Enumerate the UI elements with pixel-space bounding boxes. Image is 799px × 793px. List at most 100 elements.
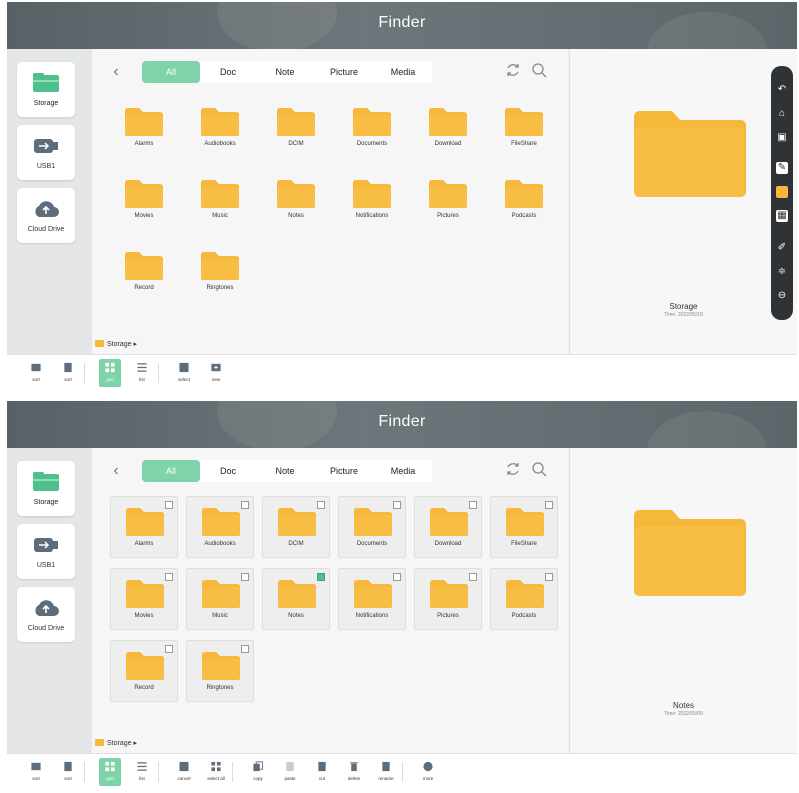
folder-item[interactable]: Music — [186, 169, 254, 231]
home-icon[interactable]: ⌂ — [776, 108, 788, 120]
folder-checkbox[interactable] — [241, 645, 249, 653]
back-button[interactable]: ‹ — [106, 63, 126, 81]
folder-checkbox[interactable] — [165, 573, 173, 581]
copy-button[interactable]: copy — [247, 758, 269, 786]
sidebar-item-storage[interactable]: Storage — [17, 461, 75, 516]
finder-app-icon[interactable] — [776, 186, 788, 198]
breadcrumb[interactable]: Storage ▸ — [95, 739, 137, 747]
folder-item[interactable]: Movies — [110, 568, 178, 630]
pen-icon[interactable]: ✐ — [776, 242, 788, 254]
folder-checkbox[interactable] — [545, 573, 553, 581]
button-label: grid — [106, 377, 114, 382]
whiteboard-icon[interactable]: ✎ — [776, 162, 788, 174]
folder-item[interactable]: Movies — [110, 169, 178, 231]
folder-item[interactable]: Music — [186, 568, 254, 630]
folder-item[interactable]: Record — [110, 640, 178, 702]
tab-note[interactable]: Note — [256, 61, 314, 83]
refresh-icon[interactable] — [504, 460, 522, 478]
folder-item[interactable]: Notifications — [338, 169, 406, 231]
search-icon[interactable] — [530, 460, 548, 478]
folder-item[interactable]: Audiobooks — [186, 97, 254, 159]
folder-checkbox[interactable] — [241, 573, 249, 581]
folder-name: Record — [134, 685, 154, 691]
folder-item[interactable]: Pictures — [414, 568, 482, 630]
tab-media[interactable]: Media — [374, 460, 432, 482]
delete-button[interactable]: delete — [343, 758, 365, 786]
sort-button[interactable]: sort — [57, 359, 79, 387]
window-icon[interactable]: ▣ — [776, 132, 788, 144]
settings-sliders-icon[interactable]: ≑ — [776, 266, 788, 278]
folder-checkbox[interactable] — [545, 501, 553, 509]
list-view-icon — [137, 363, 147, 372]
tab-media[interactable]: Media — [374, 61, 432, 83]
folder-item[interactable]: Notes — [262, 568, 330, 630]
minus-circle-icon[interactable]: ⊖ — [776, 290, 788, 302]
folder-checkbox[interactable] — [165, 645, 173, 653]
folder-item[interactable]: FileShare — [490, 97, 558, 159]
folder-item[interactable]: Audiobooks — [186, 496, 254, 558]
tab-doc[interactable]: Doc — [200, 460, 256, 482]
tab-all[interactable]: All — [142, 460, 200, 482]
tab-picture[interactable]: Picture — [314, 460, 374, 482]
folder-item[interactable]: Download — [414, 97, 482, 159]
folder-checkbox[interactable] — [317, 501, 325, 509]
grid-button[interactable]: grid — [99, 359, 121, 387]
folder-checkbox[interactable] — [317, 573, 325, 581]
folder-item[interactable]: DCIM — [262, 496, 330, 558]
cancel-button[interactable]: cancel — [173, 758, 195, 786]
new-button[interactable]: new — [205, 359, 227, 387]
sidebar-item-cloud-drive[interactable]: Cloud Drive — [17, 587, 75, 642]
back-button[interactable]: ‹ — [106, 462, 126, 480]
folder-item[interactable]: Ringtones — [186, 640, 254, 702]
sort-button[interactable]: sort — [57, 758, 79, 786]
grid-button[interactable]: grid — [99, 758, 121, 786]
search-icon[interactable] — [530, 61, 548, 79]
select-button[interactable]: select — [173, 359, 195, 387]
undo-icon[interactable]: ↶ — [776, 84, 788, 96]
tab-all[interactable]: All — [142, 61, 200, 83]
folder-item[interactable]: Podcasts — [490, 169, 558, 231]
more-button[interactable]: more — [417, 758, 439, 786]
folder-item[interactable]: Record — [110, 241, 178, 303]
folder-checkbox[interactable] — [393, 501, 401, 509]
folder-item[interactable]: DCIM — [262, 97, 330, 159]
select-all-button[interactable]: select all — [205, 758, 227, 786]
sidebar-item-usb[interactable]: USB1 — [17, 524, 75, 579]
breadcrumb[interactable]: Storage ▸ — [95, 340, 137, 348]
rename-button[interactable]: rename — [375, 758, 397, 786]
apps-grid-icon[interactable]: ▦ — [776, 210, 788, 222]
folder-item[interactable]: Alarms — [110, 496, 178, 558]
sort-button[interactable]: sort — [25, 359, 47, 387]
folder-checkbox[interactable] — [241, 501, 249, 509]
tab-picture[interactable]: Picture — [314, 61, 374, 83]
folder-item[interactable]: Ringtones — [186, 241, 254, 303]
folder-icon — [277, 180, 315, 208]
folder-checkbox[interactable] — [469, 501, 477, 509]
folder-item[interactable]: Pictures — [414, 169, 482, 231]
sidebar-item-cloud-drive[interactable]: Cloud Drive — [17, 188, 75, 243]
tab-doc[interactable]: Doc — [200, 61, 256, 83]
folder-item[interactable]: Alarms — [110, 97, 178, 159]
sort-button[interactable]: sort — [25, 758, 47, 786]
list-button[interactable]: list — [131, 359, 153, 387]
folder-checkbox[interactable] — [393, 573, 401, 581]
sidebar-item-usb[interactable]: USB1 — [17, 125, 75, 180]
folder-item[interactable]: Podcasts — [490, 568, 558, 630]
folder-item[interactable]: FileShare — [490, 496, 558, 558]
folder-item[interactable]: Notifications — [338, 568, 406, 630]
folder-icon — [95, 340, 104, 347]
folder-icon — [202, 580, 240, 608]
folder-item[interactable]: Download — [414, 496, 482, 558]
paste-button[interactable]: paste — [279, 758, 301, 786]
list-button[interactable]: list — [131, 758, 153, 786]
sidebar-item-storage[interactable]: Storage — [17, 62, 75, 117]
button-label: paste — [284, 776, 296, 781]
cut-button[interactable]: cut — [311, 758, 333, 786]
tab-note[interactable]: Note — [256, 460, 314, 482]
folder-item[interactable]: Documents — [338, 496, 406, 558]
folder-item[interactable]: Notes — [262, 169, 330, 231]
folder-item[interactable]: Documents — [338, 97, 406, 159]
folder-checkbox[interactable] — [165, 501, 173, 509]
folder-checkbox[interactable] — [469, 573, 477, 581]
refresh-icon[interactable] — [504, 61, 522, 79]
